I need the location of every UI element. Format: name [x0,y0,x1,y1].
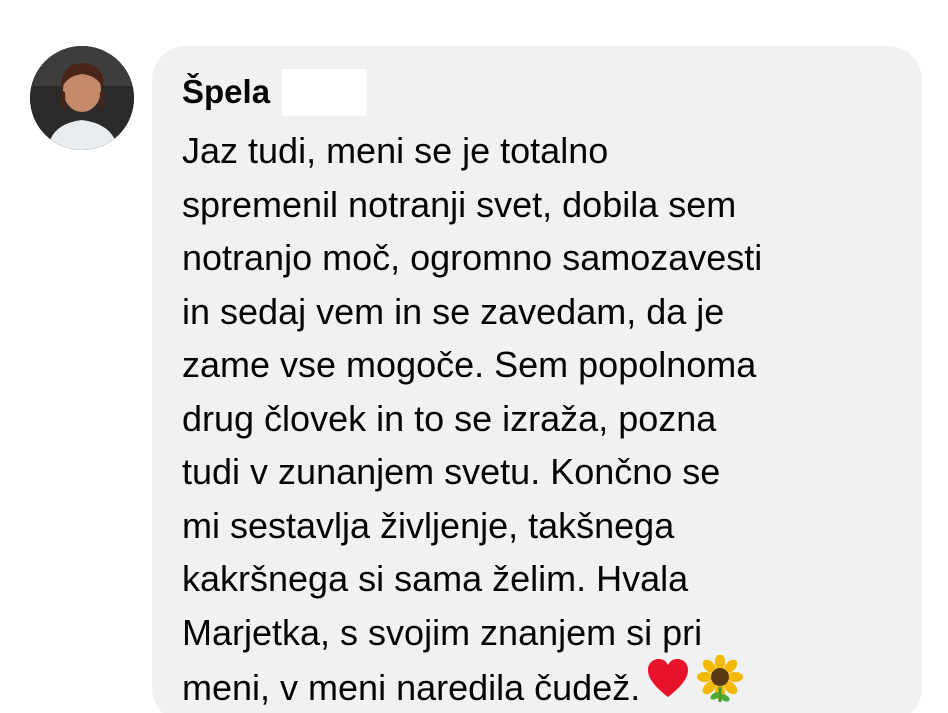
redacted-surname [282,68,368,116]
comment-body: Jaz tudi, meni se je totalno spremenil n… [182,130,763,708]
sunflower-icon [696,654,744,713]
comment-text: Jaz tudi, meni se je totalno spremenil n… [182,124,898,713]
avatar[interactable] [30,46,134,150]
comment-header: Špela [182,66,898,118]
author-name[interactable]: Špela [182,72,270,112]
profile-photo [30,46,134,150]
comment-bubble: Špela Jaz tudi, meni se je totalno sprem… [152,46,922,713]
heart-icon [646,657,690,713]
